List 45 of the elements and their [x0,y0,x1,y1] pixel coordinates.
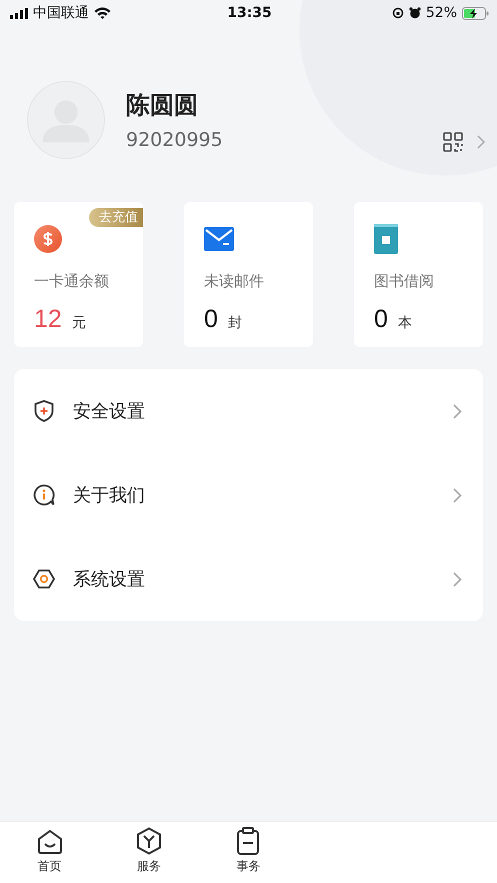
stat-card[interactable]: 未读邮件 0 封 [184,202,313,347]
menu-item[interactable]: 关于我们 [14,453,483,537]
status-time: 13:35 [227,5,272,21]
clipboard-icon [236,827,260,855]
chevron-right-icon[interactable] [477,135,485,149]
battery-percent: 52% [426,5,458,21]
settings-icon [33,569,55,589]
stat-unit: 本 [398,314,412,332]
chevron-right-icon [453,488,462,502]
stat-value: 0 [204,305,218,334]
stat-label: 图书借阅 [374,272,435,291]
shield-icon [34,400,54,422]
signal-icon [10,8,28,18]
info-icon [33,484,55,506]
stat-card[interactable]: 图书借阅 0 本 [354,202,483,347]
stat-label: 未读邮件 [204,272,265,291]
alarm-icon [408,7,421,19]
chevron-right-icon [453,572,462,586]
carrier-name: 中国联通 [33,4,89,22]
cube-icon [136,827,162,855]
wifi-icon [94,7,111,19]
envelope-icon [204,227,234,251]
book-icon [374,224,398,254]
tab[interactable]: 服务 [99,822,199,883]
chevron-right-icon [453,404,462,418]
menu-label: 安全设置 [73,400,146,423]
tab[interactable]: 事务 [198,822,298,883]
stat-label: 一卡通余额 [34,272,110,291]
stat-unit: 元 [72,314,86,332]
tab[interactable]: 首页 [0,822,100,883]
stat-value: 0 [374,305,388,334]
user-id: 92020995 [126,129,224,151]
menu-item[interactable]: 系统设置 [14,537,483,621]
battery-icon [462,6,490,20]
menu-label: 关于我们 [73,484,146,507]
stat-value: 12 [34,305,62,334]
qr-code-icon[interactable] [443,132,463,152]
rotation-lock-icon [392,7,404,19]
stat-unit: 封 [228,314,242,332]
menu-label: 系统设置 [73,568,146,591]
dollar-coin-icon [34,225,62,253]
user-name: 陈圆圆 [126,90,199,121]
home-icon [36,829,63,855]
stat-card[interactable]: 去充值 一卡通余额 12 元 [14,202,143,347]
menu-item[interactable]: 安全设置 [14,369,483,453]
